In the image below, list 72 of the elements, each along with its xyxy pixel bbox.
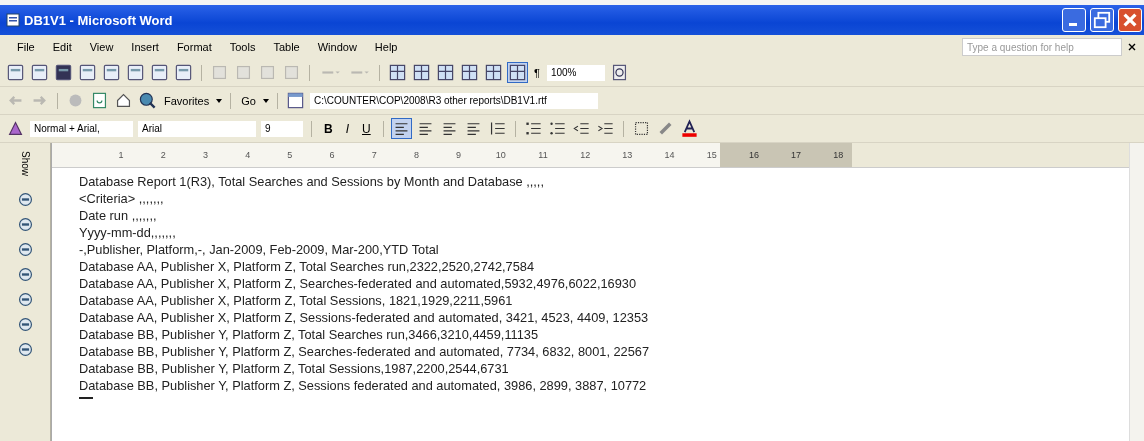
style-field[interactable]: Normal + Arial, <box>30 120 133 137</box>
underline-button[interactable]: U <box>358 121 375 136</box>
ruler-number: 13 <box>621 150 634 160</box>
ruler-number: 2 <box>159 150 167 160</box>
font-field[interactable]: Arial <box>138 120 256 137</box>
go-menu[interactable]: Go <box>239 94 258 107</box>
ruler-number: 8 <box>412 150 420 160</box>
caret-icon[interactable] <box>216 98 223 103</box>
caret-icon[interactable] <box>262 98 269 103</box>
menu-item[interactable]: View <box>80 41 123 53</box>
address-field[interactable]: C:\COUNTER\COP\2008\R3 other reports\DB1V1.rtf <box>309 92 598 109</box>
document-line: Yyyy-mm-dd,,,,,,, <box>79 224 177 241</box>
document-line: Database AA, Publisher X, Platform Z, Total Sessions, 1821,1929,2211,5961 <box>79 292 514 309</box>
ruler-number: 9 <box>455 150 463 160</box>
ruler-number: 16 <box>747 150 760 160</box>
close-button[interactable] <box>1118 8 1142 32</box>
document-line: Date run ,,,,,,, <box>79 207 158 224</box>
document-line: Database AA, Publisher X, Platform Z, Total Searches run,2322,2520,2742,7584 <box>79 258 536 275</box>
ruler-number: 17 <box>790 150 803 160</box>
document-line: Database AA, Publisher X, Platform Z, Searches-federated and automated,5932,4976,6022,16930 <box>79 275 638 292</box>
favorites-menu[interactable]: Favorites <box>162 94 212 107</box>
document-line: Database AA, Publisher X, Platform Z, Sessions-federated and automated, 3421, 4523, 4409, 12353 <box>79 309 650 326</box>
document-line: -,Publisher, Platform,-, Jan-2009, Feb-2009, Mar-200,YTD Total <box>79 241 440 258</box>
menu-item[interactable]: Tools <box>220 41 265 53</box>
ruler-number: 12 <box>579 150 592 160</box>
document-line: Database BB, Publisher Y, Platform Z, Total Sessions,1987,2200,2544,6731 <box>79 360 510 377</box>
document-line: Database BB, Publisher Y, Platform Z, Total Searches run,3466,3210,4459,11135 <box>79 326 540 343</box>
bold-button[interactable]: B <box>320 121 337 136</box>
document-line: <Criteria> ,,,,,,, <box>79 190 165 207</box>
end-of-document-mark <box>79 397 93 399</box>
window-icon[interactable] <box>285 91 305 110</box>
menu-item[interactable]: File <box>8 41 44 53</box>
restore-button[interactable] <box>1090 8 1114 32</box>
home-icon[interactable] <box>114 91 133 110</box>
menu-item[interactable]: Edit <box>43 41 81 53</box>
minimize-button[interactable] <box>1062 8 1086 32</box>
ruler-number: 11 <box>537 150 549 160</box>
ruler-number: 1 <box>117 150 125 160</box>
restore-icon <box>1093 11 1111 29</box>
font-color-icon[interactable] <box>679 119 699 138</box>
help-search-field[interactable]: Type a question for help <box>962 38 1122 56</box>
minimize-icon <box>1069 23 1077 26</box>
menu-item[interactable]: Window <box>308 41 366 53</box>
ruler-number: 6 <box>328 150 336 160</box>
ruler-number: 3 <box>201 150 209 160</box>
menu-item[interactable]: Table <box>264 41 309 53</box>
show-hide-button[interactable]: ¶ <box>532 66 542 79</box>
ruler-number: 10 <box>494 150 507 160</box>
document-line: Database BB, Publisher Y, Platform Z, Sessions federated and automated, 3986, 2899, 3887, 10772 <box>79 377 648 394</box>
font-size-field[interactable]: 9 <box>261 120 303 137</box>
ruler-number: 5 <box>286 150 294 160</box>
vertical-scrollbar[interactable] <box>1129 143 1144 441</box>
menu-item[interactable]: Help <box>365 41 407 53</box>
search-icon[interactable] <box>138 91 157 110</box>
ruler-number: 7 <box>370 150 378 160</box>
align-left-icon[interactable] <box>391 119 411 138</box>
zoom-field[interactable]: 100% <box>546 64 605 81</box>
ruler-number: 18 <box>832 150 845 160</box>
document-icon <box>6 13 20 27</box>
ruler-number: 14 <box>663 150 676 160</box>
window-title: DB1V1 - Microsoft Word <box>24 12 173 28</box>
document-line: Database BB, Publisher Y, Platform Z, Searches-federated and automated, 7734, 6832, 8001, 22567 <box>79 343 651 360</box>
show-menu[interactable]: Show <box>19 151 31 176</box>
document-line: Database Report 1(R3), Total Searches and Sessions by Month and Database ,,,,, <box>79 173 545 190</box>
close-icon <box>1121 11 1139 29</box>
ruler-number: 4 <box>244 150 252 160</box>
ruler-number: 15 <box>705 150 718 160</box>
close-icon[interactable] <box>1128 43 1136 51</box>
menu-item[interactable]: Insert <box>122 41 168 53</box>
italic-button[interactable]: I <box>341 121 353 136</box>
menu-item[interactable]: Format <box>167 41 221 53</box>
styles-icon[interactable] <box>6 119 25 138</box>
